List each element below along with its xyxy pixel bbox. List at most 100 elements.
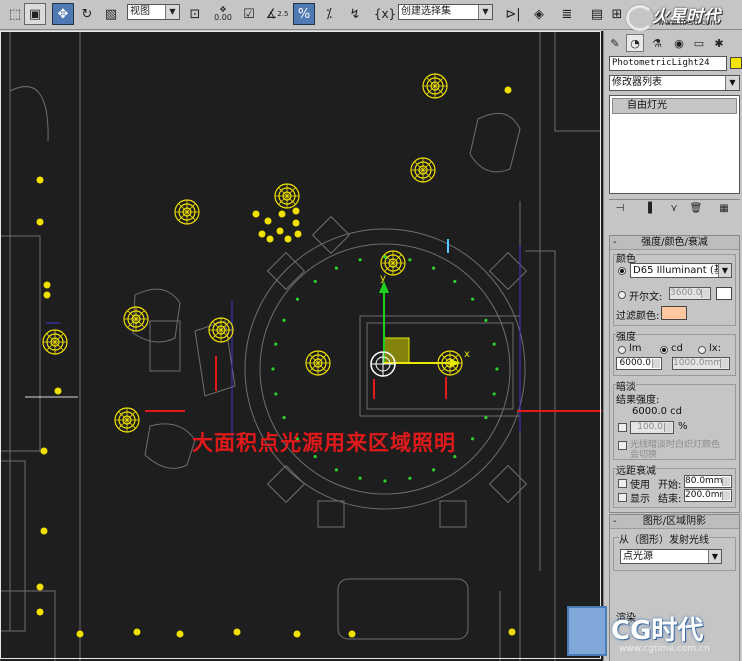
- small-light-icon[interactable]: [176, 630, 184, 638]
- photometric-light-icon[interactable]: [422, 73, 448, 99]
- remove-modifier-icon[interactable]: 🗑: [687, 203, 705, 217]
- small-light-icon[interactable]: [293, 630, 301, 638]
- percent-spinner[interactable]: 100.0: [630, 421, 674, 434]
- small-light-icon[interactable]: [133, 628, 141, 636]
- side-table: [149, 320, 181, 372]
- selected-light[interactable]: [370, 351, 396, 377]
- small-light-icon[interactable]: [278, 210, 286, 218]
- viewport-canvas[interactable]: y x: [0, 31, 603, 661]
- small-light-icon[interactable]: [233, 628, 241, 636]
- small-light-icon[interactable]: [264, 217, 272, 225]
- photometric-light-icon[interactable]: [274, 183, 300, 209]
- small-light-icon[interactable]: [40, 447, 48, 455]
- small-light-icon[interactable]: [36, 218, 44, 226]
- filter-color-swatch[interactable]: [661, 306, 687, 320]
- small-light-icon[interactable]: [76, 630, 84, 638]
- small-light-icon[interactable]: [40, 527, 48, 535]
- photometric-light-icon[interactable]: [123, 306, 149, 332]
- keyboard-shortcut-icon[interactable]: ✥ 0.00: [212, 3, 234, 25]
- kelvin-color-swatch[interactable]: [716, 287, 732, 300]
- illuminant-radio[interactable]: [618, 267, 626, 275]
- intensity-rollout-header[interactable]: - 强度/颜色/衰减: [610, 236, 739, 250]
- illuminant-dropdown[interactable]: D65 Illuminant (基 ▼: [630, 263, 732, 278]
- modifier-list-dropdown[interactable]: 修改器列表 ▼: [609, 75, 740, 91]
- edit-named-selection-icon[interactable]: ↯: [344, 3, 366, 25]
- lx-distance-spinner[interactable]: 1000.0mm: [672, 357, 730, 370]
- small-light-icon[interactable]: [43, 291, 51, 299]
- small-light-icon[interactable]: [292, 207, 300, 215]
- pivot-center-icon[interactable]: ⊡: [184, 3, 206, 25]
- small-light-icon[interactable]: [54, 387, 62, 395]
- object-name-field[interactable]: PhotometricLight24: [609, 56, 727, 71]
- photometric-light-icon[interactable]: [380, 250, 406, 276]
- reference-coord-dropdown[interactable]: 视图 ▼: [127, 4, 180, 20]
- show-label: 显示: [630, 494, 650, 505]
- photometric-light-icon[interactable]: [42, 329, 68, 355]
- make-unique-icon[interactable]: ⋎: [665, 203, 683, 217]
- select-and-scale-icon[interactable]: ▧: [100, 3, 122, 25]
- angle-snap-icon[interactable]: ∡ 2.5: [266, 3, 289, 25]
- show-far-atten-checkbox[interactable]: [618, 493, 627, 502]
- use-far-atten-checkbox[interactable]: [618, 479, 627, 488]
- snap-toggle-icon[interactable]: ☑: [238, 3, 260, 25]
- layer-manager-icon[interactable]: ≣: [556, 3, 578, 25]
- small-light-icon[interactable]: [258, 230, 266, 238]
- small-light-icon[interactable]: [508, 628, 516, 636]
- modifier-stack[interactable]: 自由灯光: [609, 95, 740, 194]
- percent-checkbox[interactable]: [618, 423, 627, 432]
- photometric-light-icon[interactable]: [208, 317, 234, 343]
- top-viewport[interactable]: y x 大面积点光源用来区域照明: [0, 31, 603, 661]
- window-crossing-icon[interactable]: ▣: [24, 3, 46, 25]
- select-and-rotate-icon[interactable]: ↻: [76, 3, 98, 25]
- cd-spinner[interactable]: 6000.0: [616, 357, 662, 370]
- kelvin-radio[interactable]: [618, 291, 626, 299]
- utilities-tab-icon[interactable]: ✱: [710, 34, 728, 52]
- gizmo-x-arrow[interactable]: [450, 359, 461, 367]
- far-start-spinner[interactable]: 80.0mm: [684, 475, 732, 488]
- small-light-icon[interactable]: [36, 583, 44, 591]
- create-tab-icon[interactable]: ✎: [606, 34, 624, 52]
- cd-radio[interactable]: [660, 346, 668, 354]
- motion-tab-icon[interactable]: ◉: [670, 34, 688, 52]
- kelvin-label: 开尔文:: [629, 292, 663, 303]
- modify-tab-icon[interactable]: ◔: [626, 34, 644, 52]
- small-light-icon[interactable]: [284, 235, 292, 243]
- photometric-light-icon[interactable]: [174, 199, 200, 225]
- photometric-light-icon[interactable]: [410, 157, 436, 183]
- shape-dropdown[interactable]: 点光源 ▼: [620, 549, 722, 564]
- lx-radio[interactable]: [698, 346, 706, 354]
- small-light-icon[interactable]: [504, 86, 512, 94]
- show-end-result-icon[interactable]: ▐: [639, 203, 657, 217]
- small-light-icon[interactable]: [348, 630, 356, 638]
- shape-rollout-header[interactable]: - 图形/区域阴影: [610, 515, 739, 529]
- pin-stack-icon[interactable]: ⊣: [611, 203, 629, 217]
- align-icon[interactable]: ◈: [528, 3, 550, 25]
- photometric-light-icon[interactable]: [114, 407, 140, 433]
- small-light-icon[interactable]: [276, 227, 284, 235]
- hierarchy-tab-icon[interactable]: ⚗: [648, 34, 666, 52]
- configure-sets-icon[interactable]: ▦: [715, 203, 733, 217]
- far-end-spinner[interactable]: 200.0mm: [684, 489, 732, 502]
- named-selection-dropdown[interactable]: 创建选择集 ▼: [398, 4, 493, 20]
- spinner-snap-icon[interactable]: ⁒: [318, 3, 340, 25]
- display-tab-icon[interactable]: ▭: [690, 34, 708, 52]
- small-light-icon[interactable]: [252, 210, 260, 218]
- curve-editor-icon[interactable]: ▤: [586, 3, 608, 25]
- small-light-icon[interactable]: [294, 230, 302, 238]
- object-color-swatch[interactable]: [730, 57, 742, 69]
- incandescent-checkbox[interactable]: [618, 441, 627, 450]
- small-light-icon[interactable]: [292, 219, 300, 227]
- curly-brackets-icon[interactable]: {x}: [374, 3, 396, 25]
- mirror-icon[interactable]: ⊳|: [502, 3, 524, 25]
- small-light-icon[interactable]: [266, 235, 274, 243]
- select-and-move-icon[interactable]: ✥: [52, 3, 74, 25]
- small-light-icon[interactable]: [43, 281, 51, 289]
- percent-snap-icon[interactable]: %: [293, 3, 315, 25]
- select-region-icon[interactable]: ⬚: [4, 3, 26, 25]
- small-light-icon[interactable]: [36, 176, 44, 184]
- small-light-icon[interactable]: [36, 608, 44, 616]
- photometric-light-icon[interactable]: [305, 350, 331, 376]
- stack-item-free-light[interactable]: 自由灯光: [612, 98, 737, 114]
- lm-radio[interactable]: [618, 346, 626, 354]
- kelvin-spinner[interactable]: 3600.0: [669, 287, 711, 300]
